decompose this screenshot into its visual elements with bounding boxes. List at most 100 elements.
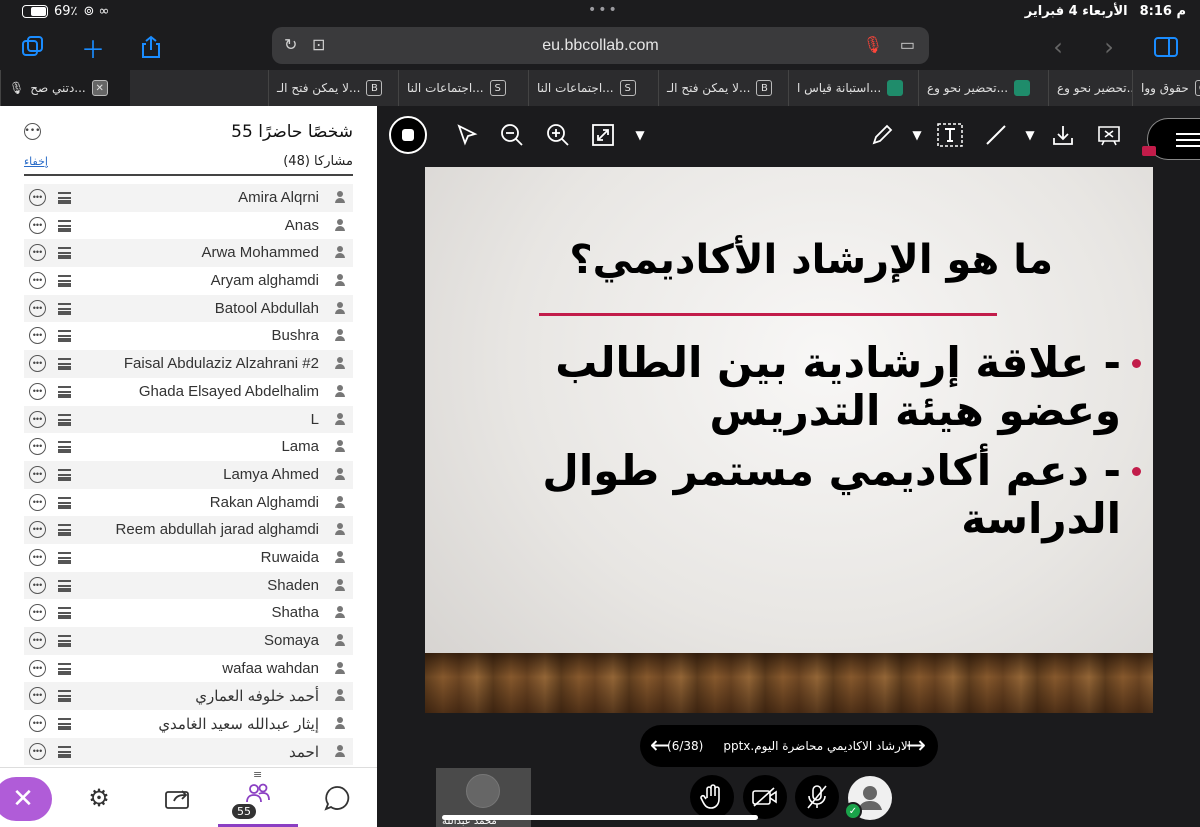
participant-row[interactable]: ••• Rakan Alghamdi <box>24 489 353 517</box>
participant-name: L <box>310 410 319 428</box>
home-indicator[interactable] <box>442 815 758 820</box>
participant-row[interactable]: ••• أحمد خلوفه العماري <box>24 682 353 711</box>
participant-more-icon[interactable]: ••• <box>29 576 46 594</box>
participant-more-icon[interactable]: ••• <box>29 659 46 677</box>
participant-row[interactable]: ••• Arwa Mohammed <box>24 239 353 268</box>
participant-more-icon[interactable]: ••• <box>29 410 46 428</box>
participant-more-icon[interactable]: ••• <box>29 548 46 566</box>
participant-row[interactable]: ••• إيثار عبدالله سعيد الغامدي <box>24 710 353 738</box>
raise-hand-button[interactable] <box>690 775 734 819</box>
stop-sharing-button[interactable] <box>389 116 427 154</box>
participant-row[interactable]: ••• Shaden <box>24 571 353 600</box>
participant-row[interactable]: ••• Anas <box>24 212 353 240</box>
close-tab-icon[interactable]: ✕ <box>91 80 108 96</box>
browser-tab[interactable]: حقوق ووا G <box>1132 70 1200 106</box>
close-panel-button[interactable]: ✕ <box>0 777 52 821</box>
browser-tab[interactable]: تحضير نحو وع... <box>1048 70 1132 106</box>
zoom-in-icon[interactable] <box>543 120 573 150</box>
download-icon[interactable] <box>1048 120 1078 150</box>
person-icon <box>335 661 345 675</box>
sidebar-icon[interactable] <box>1151 32 1181 62</box>
participant-more-icon[interactable]: ••• <box>29 299 46 317</box>
forward-icon[interactable]: › <box>1094 32 1124 62</box>
share-icon[interactable] <box>136 32 166 62</box>
microphone-icon[interactable]: 🎙 <box>863 35 883 55</box>
participant-more-icon[interactable]: ••• <box>29 493 46 511</box>
browser-tab[interactable]: لا يمكن فتح الـ... B <box>658 70 788 106</box>
participants-section-header: إخفاء مشاركا (48) <box>24 154 353 176</box>
participant-row[interactable]: ••• L <box>24 405 353 434</box>
clear-annotations-icon[interactable] <box>1094 120 1124 150</box>
participant-row[interactable]: ••• Aryam alghamdi <box>24 267 353 295</box>
settings-icon[interactable]: ⚙ <box>79 778 119 818</box>
participant-more-icon[interactable]: ••• <box>29 382 46 400</box>
browser-tab[interactable]: لا يمكن فتح الـ... B <box>268 70 398 106</box>
fit-screen-icon[interactable] <box>588 120 618 150</box>
participant-more-icon[interactable]: ••• <box>29 327 46 345</box>
participant-row[interactable]: ••• Batool Abdullah <box>24 294 353 323</box>
participant-row[interactable]: ••• Amira Alqrni <box>24 184 353 212</box>
participant-row[interactable]: ••• Reem abdullah jarad alghamdi <box>24 516 353 544</box>
participant-more-icon[interactable]: ••• <box>29 742 46 760</box>
fit-dropdown-icon[interactable]: ▼ <box>625 120 655 150</box>
captions-icon <box>58 219 71 232</box>
browser-tab[interactable]: اجتماعات النا... S <box>398 70 528 106</box>
reload-icon[interactable]: ↻ <box>284 35 297 55</box>
reader-icon[interactable]: ▭ <box>900 35 915 55</box>
pointer-icon[interactable] <box>452 120 482 150</box>
participant-more-icon[interactable]: ••• <box>29 521 46 539</box>
browser-tab[interactable]: 🎙 دتني صح... ✕ <box>0 70 130 106</box>
back-icon[interactable]: ‹ <box>1043 32 1073 62</box>
tab-attendees[interactable]: ≡ 55 <box>218 768 298 827</box>
participant-more-icon[interactable]: ••• <box>29 687 46 705</box>
share-content-icon[interactable] <box>158 778 198 818</box>
my-status-avatar[interactable]: ✓ <box>844 776 892 820</box>
participant-more-icon[interactable]: ••• <box>29 216 46 234</box>
participant-row[interactable]: ••• Bushra <box>24 322 353 350</box>
chat-icon[interactable] <box>317 778 357 818</box>
previous-slide-icon[interactable]: ← <box>650 731 670 759</box>
participant-more-icon[interactable]: ••• <box>29 632 46 649</box>
participant-row[interactable]: ••• Somaya <box>24 627 353 655</box>
browser-tab[interactable]: تحضير نحو وع... <box>918 70 1048 106</box>
participant-row[interactable]: ••• Shatha <box>24 599 353 627</box>
status-date: الأربعاء 4 فبراير <box>1024 4 1128 19</box>
participant-row[interactable]: ••• Faisal Abdulaziz Alzahrani #2 <box>24 350 353 378</box>
participant-more-icon[interactable]: ••• <box>29 272 46 290</box>
panel-more-icon[interactable]: ••• <box>24 123 41 140</box>
text-tool-icon[interactable] <box>935 120 965 150</box>
participant-more-icon[interactable]: ••• <box>29 715 46 733</box>
session-menu-button[interactable] <box>1142 118 1200 160</box>
participant-more-icon[interactable]: ••• <box>29 604 46 622</box>
tabs-overview-icon[interactable] <box>18 32 48 62</box>
participant-more-icon[interactable]: ••• <box>29 465 46 483</box>
url-bar[interactable]: ↻ ⊡ eu.bbcollab.com 🎙 ▭ <box>272 27 929 64</box>
zoom-out-icon[interactable] <box>497 120 527 150</box>
camera-off-button[interactable] <box>743 775 787 819</box>
participant-more-icon[interactable]: ••• <box>29 189 46 206</box>
new-tab-icon[interactable]: ＋ <box>78 32 108 64</box>
person-icon <box>335 191 345 204</box>
pen-icon[interactable] <box>867 120 897 150</box>
browser-tab[interactable]: اجتماعات النا... S <box>528 70 658 106</box>
participant-row[interactable]: ••• Ghada Elsayed Abdelhalim <box>24 378 353 406</box>
extension-icon[interactable]: ⊡ <box>312 35 325 55</box>
participant-name: Lamya Ahmed <box>223 465 319 483</box>
participant-row[interactable]: ••• Lama <box>24 433 353 461</box>
participant-more-icon[interactable]: ••• <box>29 244 46 262</box>
participant-row[interactable]: ••• wafaa wahdan <box>24 655 353 683</box>
participant-more-icon[interactable]: ••• <box>29 438 46 456</box>
tab-audio-icon[interactable]: 🎙 <box>9 81 24 95</box>
microphone-off-button[interactable] <box>795 775 839 819</box>
line-tool-icon[interactable] <box>981 120 1011 150</box>
pen-dropdown-icon[interactable]: ▼ <box>902 120 932 150</box>
hide-link[interactable]: إخفاء <box>24 155 48 168</box>
participant-row[interactable]: ••• Lamya Ahmed <box>24 460 353 489</box>
line-dropdown-icon[interactable]: ▼ <box>1015 120 1045 150</box>
multitask-dots[interactable]: ••• <box>588 2 619 18</box>
participant-row[interactable]: ••• Ruwaida <box>24 544 353 572</box>
participant-more-icon[interactable]: ••• <box>29 355 46 373</box>
participant-row[interactable]: ••• احمد <box>24 737 353 766</box>
browser-tab[interactable]: استبانة قياس ا... <box>788 70 918 106</box>
next-slide-icon[interactable]: → <box>906 731 926 759</box>
